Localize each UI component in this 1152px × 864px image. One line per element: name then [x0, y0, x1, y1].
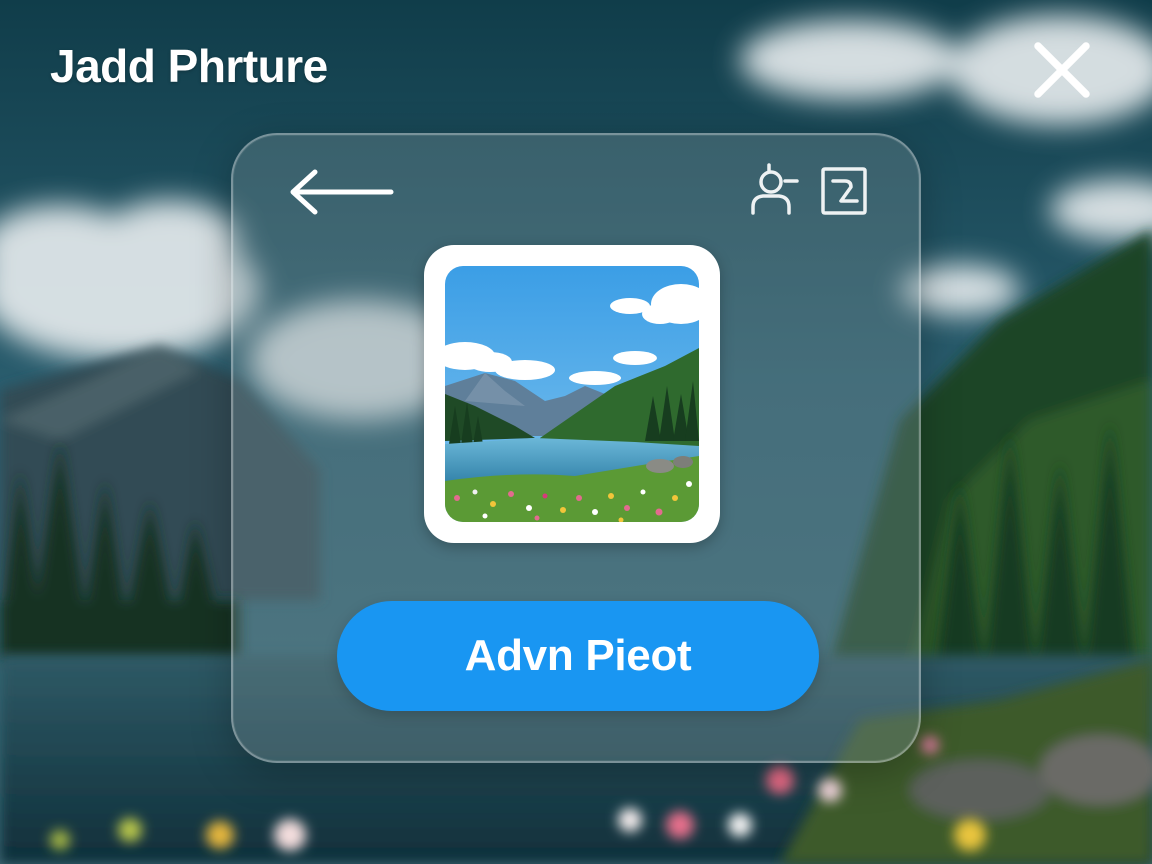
image-frame-icon — [821, 167, 867, 215]
page-title: Jadd Phrture — [50, 40, 328, 92]
picture-thumbnail[interactable] — [424, 245, 720, 543]
person-add-icon — [751, 163, 799, 215]
add-picture-button[interactable]: Advn Pieot — [337, 601, 819, 711]
add-picture-screen: Jadd Phrture Advn Pieot — [0, 0, 1152, 864]
add-picture-dialog: Advn Pieot — [231, 133, 921, 763]
close-icon — [1034, 42, 1090, 98]
arrow-left-icon — [290, 169, 394, 215]
person-add-button[interactable] — [749, 163, 803, 219]
image-frame-button[interactable] — [819, 165, 869, 217]
close-button[interactable] — [1030, 38, 1094, 102]
back-button[interactable] — [287, 167, 395, 217]
landscape-photo-thumbnail — [445, 266, 699, 522]
